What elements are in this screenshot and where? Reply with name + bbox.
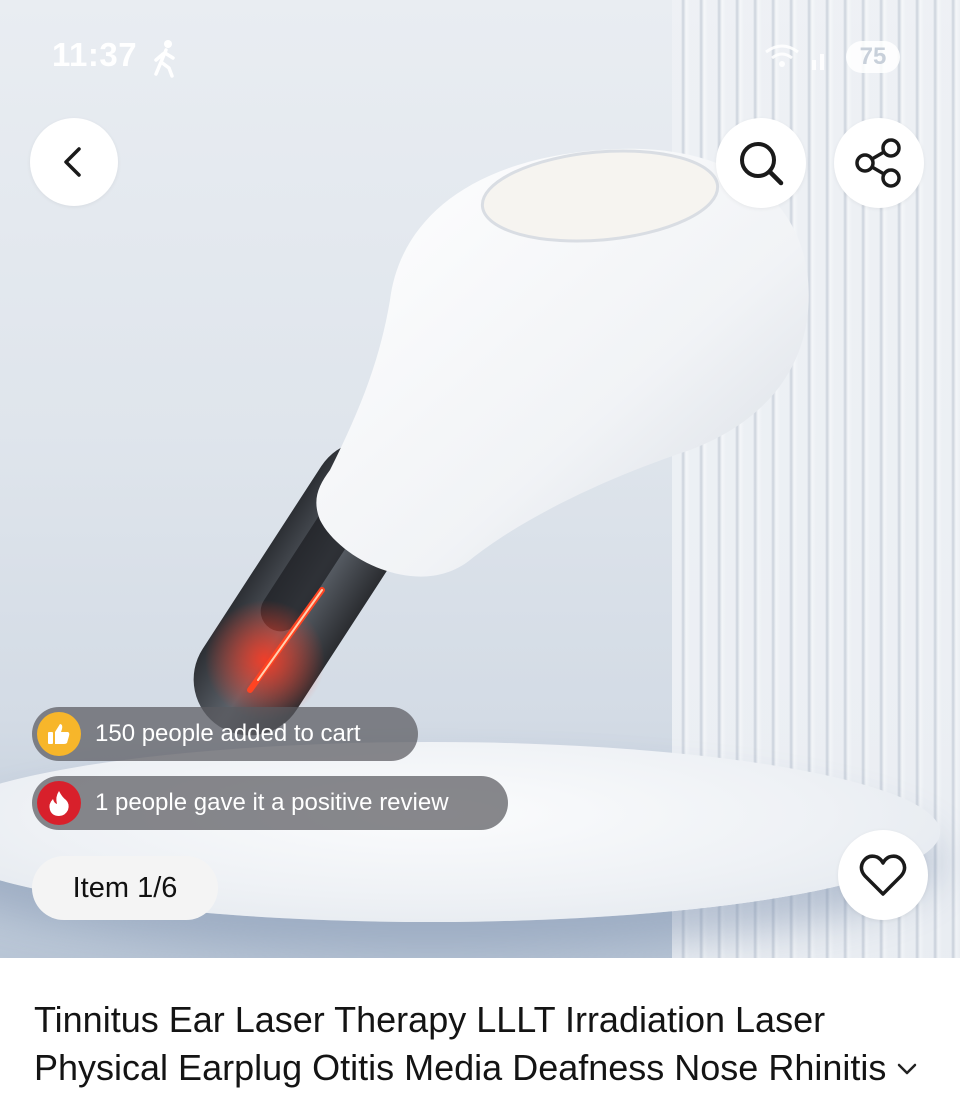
image-counter: Item 1/6 xyxy=(32,856,218,920)
flame-icon xyxy=(37,781,81,825)
back-button[interactable] xyxy=(30,118,118,206)
status-icons xyxy=(762,40,834,81)
heart-icon xyxy=(859,854,907,896)
chevron-down-icon[interactable] xyxy=(896,1062,918,1081)
positive-review-text: 1 people gave it a positive review xyxy=(95,789,449,816)
positive-review-badge: 1 people gave it a positive review xyxy=(32,776,508,830)
share-button[interactable] xyxy=(834,118,924,208)
product-image-gallery[interactable]: 11:37 75 150 people added to cart 1 peop… xyxy=(0,0,960,958)
status-time: 11:37 xyxy=(52,36,138,73)
search-button[interactable] xyxy=(716,118,806,208)
search-icon xyxy=(740,142,784,186)
favorite-button[interactable] xyxy=(838,830,928,920)
battery-indicator: 75 xyxy=(846,41,900,73)
product-title-section[interactable]: Tinnitus Ear Laser Therapy LLLT Irradiat… xyxy=(34,996,934,1092)
added-to-cart-badge: 150 people added to cart xyxy=(32,707,418,761)
thumbs-up-icon xyxy=(37,712,81,756)
product-title: Tinnitus Ear Laser Therapy LLLT Irradiat… xyxy=(34,999,887,1088)
share-icon xyxy=(855,138,901,188)
walking-person-icon xyxy=(150,38,180,83)
chevron-left-icon xyxy=(64,147,81,177)
added-to-cart-text: 150 people added to cart xyxy=(95,720,361,747)
wifi-icon xyxy=(765,44,824,70)
